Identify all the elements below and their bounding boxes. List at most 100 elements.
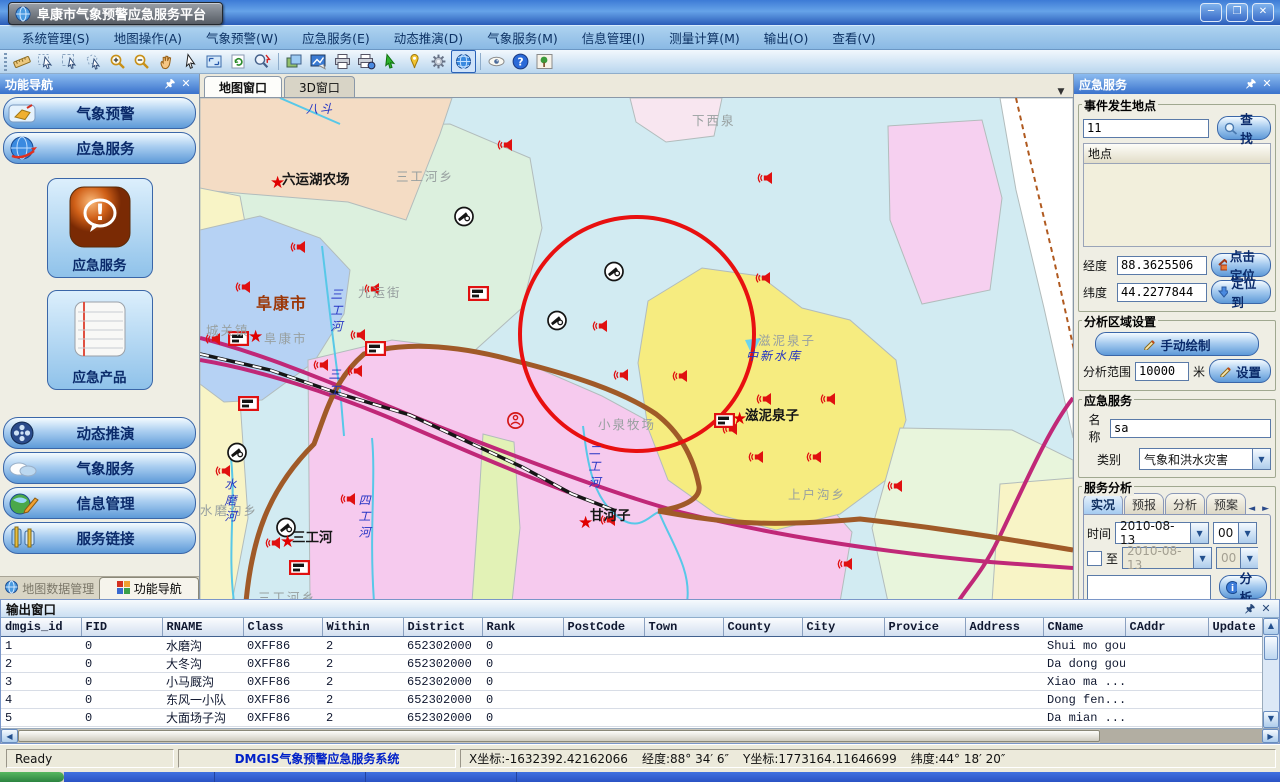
analysis-tab-3[interactable]: 预案 <box>1206 493 1246 514</box>
sidebar-item-top-0[interactable]: 气象预警 <box>3 97 196 129</box>
column-header[interactable]: District <box>403 618 482 637</box>
chevron-down-icon[interactable]: ▼ <box>1240 548 1258 568</box>
column-header[interactable]: CAddr <box>1125 618 1208 637</box>
column-header[interactable]: Update <box>1208 618 1262 637</box>
big-button-0[interactable]: !应急服务 <box>47 178 153 278</box>
menu-item-4[interactable]: 动态推演(D) <box>382 25 475 50</box>
menu-item-8[interactable]: 输出(O) <box>752 25 821 50</box>
sidebar-item-bottom-0[interactable]: 动态推演 <box>3 417 196 449</box>
speaker-marker[interactable] <box>672 369 688 386</box>
speaker-marker[interactable] <box>347 364 363 381</box>
analysis-tab-0[interactable]: 实况 <box>1083 493 1123 514</box>
column-header[interactable]: dmgis_id <box>1 618 81 637</box>
print-icon[interactable] <box>331 51 354 72</box>
camera-marker[interactable] <box>226 442 248 466</box>
select-rect-icon[interactable] <box>59 51 82 72</box>
flag-marker[interactable] <box>238 396 259 414</box>
pan-hand-icon[interactable] <box>155 51 178 72</box>
scroll-thumb[interactable] <box>1264 636 1278 660</box>
column-header[interactable]: Address <box>965 618 1043 637</box>
range-input[interactable] <box>1135 362 1189 381</box>
sidebar-item-top-1[interactable]: 应急服务 <box>3 132 196 164</box>
map-canvas[interactable]: ★★★★★六运湖农场三工河乡下西泉九运街阜康市城关镇阜康市滋泥泉子中新水库滋泥泉… <box>200 98 1073 599</box>
flag-marker[interactable] <box>289 560 310 578</box>
column-header[interactable]: Rank <box>482 618 563 637</box>
sidebar-item-bottom-3[interactable]: 服务链接 <box>3 522 196 554</box>
close-button[interactable]: ✕ <box>1252 3 1274 22</box>
column-header[interactable]: FID <box>81 618 162 637</box>
map-tab-1[interactable]: 3D窗口 <box>284 76 355 97</box>
column-header[interactable]: RNAME <box>162 618 243 637</box>
close-icon[interactable]: ✕ <box>1258 602 1274 616</box>
menu-item-5[interactable]: 气象服务(M) <box>475 25 570 50</box>
speaker-marker[interactable] <box>340 492 356 509</box>
column-header[interactable]: City <box>802 618 884 637</box>
close-icon[interactable]: ✕ <box>1259 77 1275 91</box>
column-header[interactable]: Within <box>322 618 403 637</box>
speaker-marker[interactable] <box>748 450 764 467</box>
full-extent-icon[interactable] <box>203 51 226 72</box>
refresh-icon[interactable] <box>227 51 250 72</box>
scroll-up-icon[interactable]: ▲ <box>1263 618 1279 635</box>
menu-item-7[interactable]: 测量计算(M) <box>657 25 752 50</box>
element-selected-box[interactable] <box>1087 575 1211 599</box>
globe-icon[interactable] <box>451 50 476 73</box>
pointer-icon[interactable] <box>179 51 202 72</box>
scene-export-icon[interactable] <box>307 51 330 72</box>
pin-icon[interactable]: 🖈 <box>1242 602 1258 616</box>
table-row[interactable]: 50大面场子沟0XFF8626523020000Da mian ... <box>1 709 1262 727</box>
latitude-input[interactable] <box>1117 283 1207 302</box>
sidebar-item-bottom-1[interactable]: 气象服务 <box>3 452 196 484</box>
left-panel-tab-0[interactable]: 地图数据管理 <box>0 577 99 599</box>
map-tab-0[interactable]: 地图窗口 <box>204 76 282 97</box>
to-checkbox[interactable] <box>1087 551 1102 566</box>
analysis-tab-2[interactable]: 分析 <box>1165 493 1205 514</box>
chevron-down-icon[interactable]: ▼ <box>1190 523 1208 543</box>
identify-icon[interactable] <box>251 51 274 72</box>
end-hour-select[interactable]: 00▼ <box>1216 547 1258 569</box>
speaker-marker[interactable] <box>350 328 366 345</box>
eye-icon[interactable] <box>485 51 508 72</box>
chevron-down-icon[interactable]: ▼ <box>1193 548 1211 568</box>
analysis-tab-1[interactable]: 预报 <box>1124 493 1164 514</box>
speaker-marker[interactable] <box>290 240 306 257</box>
minimize-button[interactable]: ─ <box>1200 3 1222 22</box>
chevron-down-icon[interactable]: ▼ <box>1252 449 1270 469</box>
pin-icon[interactable]: 🖈 <box>162 77 178 91</box>
sidebar-item-bottom-2[interactable]: 信息管理 <box>3 487 196 519</box>
column-header[interactable]: Class <box>243 618 322 637</box>
event-location-input[interactable] <box>1083 119 1209 138</box>
menu-item-9[interactable]: 查看(V) <box>820 25 887 50</box>
menu-item-1[interactable]: 地图操作(A) <box>102 25 194 50</box>
measure-icon[interactable] <box>11 51 34 72</box>
big-button-1[interactable]: 应急产品 <box>47 290 153 390</box>
gear-icon[interactable] <box>427 51 450 72</box>
speaker-marker[interactable] <box>592 319 608 336</box>
scroll-left-icon[interactable]: ◀ <box>1 729 18 743</box>
redsym-marker[interactable] <box>506 411 525 433</box>
find-button[interactable]: 查找 <box>1217 116 1271 140</box>
speaker-marker[interactable] <box>806 450 822 467</box>
table-row[interactable]: 30小马厩沟0XFF8626523020000Xiao ma ... <box>1 673 1262 691</box>
chevron-down-icon[interactable]: ▼ <box>1238 523 1256 543</box>
tab-scroll-icons[interactable]: ◄ ► <box>1248 504 1271 514</box>
speaker-marker[interactable] <box>497 138 513 155</box>
menu-item-3[interactable]: 应急服务(E) <box>290 25 382 50</box>
help-icon[interactable]: ? <box>509 51 532 72</box>
date-select[interactable]: 2010-08-13▼ <box>1115 522 1209 544</box>
speaker-marker[interactable] <box>613 368 629 385</box>
column-header[interactable]: Town <box>644 618 723 637</box>
zoom-out-icon[interactable] <box>131 51 154 72</box>
toolbar-grip[interactable] <box>4 53 7 71</box>
column-header[interactable]: Provice <box>884 618 965 637</box>
printer-setup-icon[interactable] <box>355 51 378 72</box>
column-header[interactable]: CName <box>1043 618 1125 637</box>
close-icon[interactable]: ✕ <box>178 77 194 91</box>
end-date-select[interactable]: 2010-08-13▼ <box>1122 547 1212 569</box>
green-arrow-icon[interactable] <box>379 51 402 72</box>
pin-icon[interactable]: 🖈 <box>1243 77 1259 91</box>
column-header[interactable]: County <box>723 618 802 637</box>
speaker-marker[interactable] <box>820 392 836 409</box>
tree-view-icon[interactable] <box>533 51 556 72</box>
flag-marker[interactable] <box>468 286 489 304</box>
